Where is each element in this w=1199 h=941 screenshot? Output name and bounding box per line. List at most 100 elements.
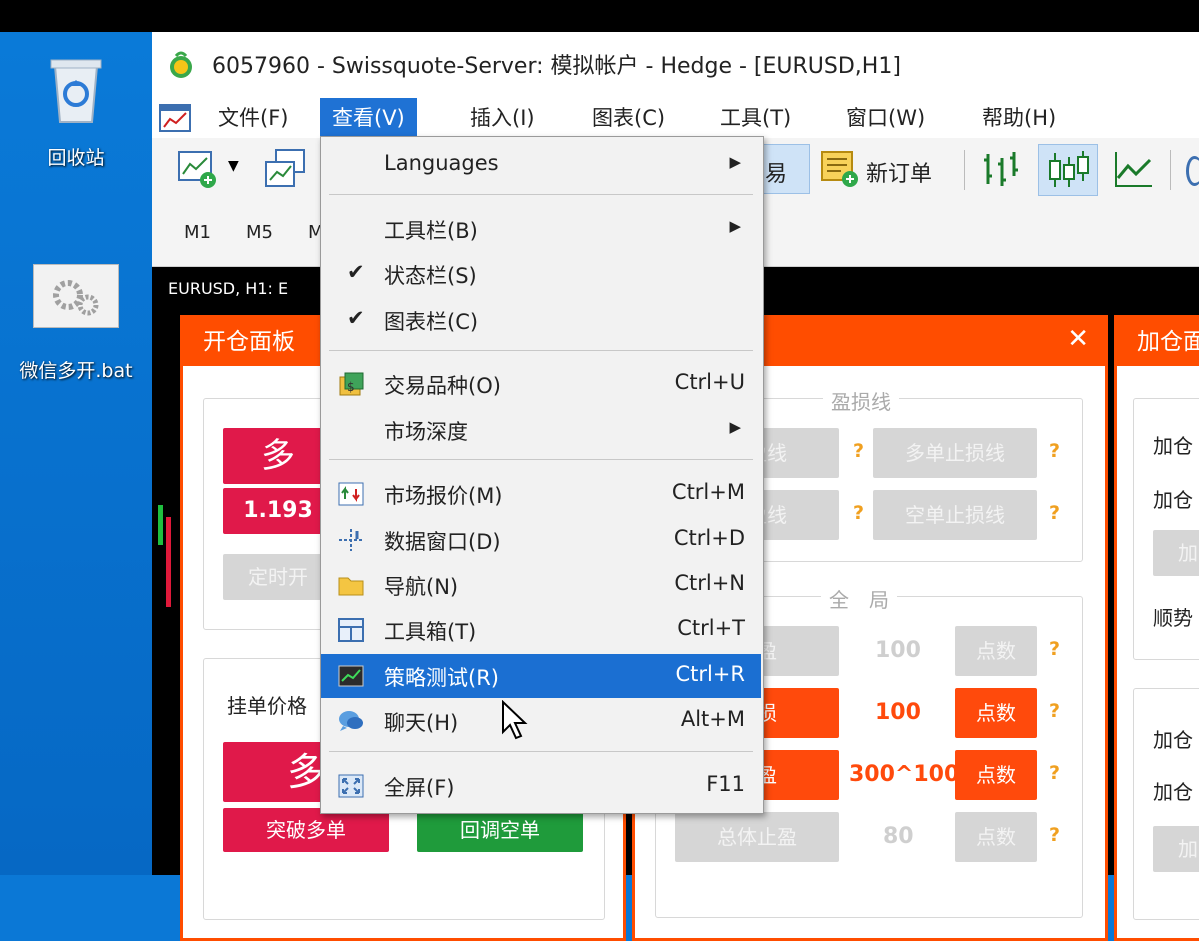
title-bar: 6057960 - Swissquote-Server: 模拟帐户 - Hedg…	[152, 32, 1199, 98]
trend-add-label: 顺势	[1153, 606, 1193, 630]
total-tp-button[interactable]: 总体止盈	[675, 812, 839, 862]
chat-icon	[339, 711, 363, 731]
menu-item-status-bar[interactable]: ✔ 状态栏(S)	[321, 252, 761, 296]
add-label: 加仓	[1153, 728, 1193, 752]
timeframe-m1[interactable]: M1	[184, 222, 211, 243]
timeframe-m5[interactable]: M5	[246, 222, 273, 243]
panel-title: 加仓面	[1117, 318, 1199, 366]
menu-item-navigator[interactable]: 导航(N) Ctrl+N	[321, 563, 761, 607]
breakout-buy-button[interactable]: 突破多单	[223, 808, 389, 852]
help-icon[interactable]: ?	[1049, 824, 1060, 846]
line-chart-icon[interactable]	[1110, 146, 1156, 192]
menu-item-full-screen[interactable]: 全屏(F) F11	[321, 764, 761, 808]
app-logo-icon	[170, 51, 192, 78]
buy-sl-line-button[interactable]: 多单止损线	[873, 428, 1037, 478]
menu-item-toolbox[interactable]: 工具箱(T) Ctrl+T	[321, 608, 761, 652]
menu-view[interactable]: 查看(V)	[320, 98, 417, 138]
menu-item-chat[interactable]: 聊天(H) Alt+M	[321, 699, 761, 743]
global-tp-value[interactable]: 100	[875, 638, 921, 663]
chart-window-icon[interactable]	[158, 103, 192, 133]
help-icon[interactable]: ?	[853, 440, 864, 462]
help-icon[interactable]: ?	[1049, 700, 1060, 722]
strategy-tester-icon	[338, 665, 364, 687]
window-title: 6057960 - Swissquote-Server: 模拟帐户 - Hedg…	[212, 54, 901, 79]
menu-separator	[329, 350, 753, 351]
menu-bar: 文件(F) 查看(V) 插入(I) 图表(C) 工具(T) 窗口(W) 帮助(H…	[152, 98, 1199, 138]
menu-charts[interactable]: 图表(C)	[580, 98, 677, 138]
new-order-button[interactable]: 新订单	[818, 148, 948, 190]
points-button[interactable]: 点数	[955, 812, 1037, 862]
points-button[interactable]: 点数	[955, 626, 1037, 676]
help-icon[interactable]: ?	[1049, 502, 1060, 524]
menu-separator	[329, 459, 753, 460]
chevron-down-icon[interactable]: ▼	[228, 158, 239, 174]
menu-window[interactable]: 窗口(W)	[834, 98, 937, 138]
help-icon[interactable]: ?	[1049, 440, 1060, 462]
timer-open-button[interactable]: 定时开	[223, 554, 333, 600]
help-icon[interactable]: ?	[1049, 638, 1060, 660]
section-title: 全 局	[821, 584, 897, 613]
global-sl-value[interactable]: 100	[875, 700, 921, 725]
toolbar-divider	[1170, 150, 1171, 190]
gear-file-icon	[33, 264, 119, 328]
submenu-arrow-icon: ▶	[729, 418, 741, 436]
desktop: 回收站 微信多开.bat	[0, 32, 152, 875]
help-icon[interactable]: ?	[853, 502, 864, 524]
section-title: 盈损线	[823, 386, 899, 415]
new-order-icon	[821, 151, 858, 187]
add-label: 加仓	[1153, 488, 1193, 512]
toolbar-divider	[964, 150, 965, 190]
menu-file[interactable]: 文件(F)	[206, 98, 300, 138]
checkmark-icon: ✔	[347, 260, 365, 284]
symbols-icon: $	[339, 372, 364, 396]
recycle-bin-icon	[50, 59, 102, 123]
menu-item-market-watch[interactable]: 市场报价(M) Ctrl+M	[321, 472, 761, 516]
menu-item-charts-bar[interactable]: ✔ 图表栏(C)	[321, 298, 761, 342]
desktop-icon-label: 回收站	[47, 147, 105, 169]
help-icon[interactable]: ?	[1049, 762, 1060, 784]
buy-button[interactable]: 多	[223, 428, 333, 484]
menu-item-market-depth[interactable]: 市场深度 ▶	[321, 408, 761, 452]
total-tp-value[interactable]: 80	[883, 824, 914, 849]
buy-price[interactable]: 1.193	[223, 488, 333, 534]
menu-item-data-window[interactable]: 数据窗口(D) Ctrl+D	[321, 518, 761, 562]
desktop-icon-recycle-bin[interactable]: 回收站	[6, 50, 146, 170]
folder-icon	[338, 577, 364, 596]
bar-chart-icon[interactable]	[978, 146, 1024, 192]
menu-item-strategy-tester[interactable]: 策略测试(R) Ctrl+R	[321, 654, 761, 698]
checkmark-icon: ✔	[347, 306, 365, 330]
desktop-icon-label: 微信多开.bat	[19, 360, 133, 382]
menu-tools[interactable]: 工具(T)	[708, 98, 803, 138]
chart-symbol-label: EURUSD, H1: E	[168, 279, 289, 298]
zoom-in-icon[interactable]	[1186, 156, 1199, 186]
toolbox-icon	[338, 618, 364, 642]
pullback-sell-button[interactable]: 回调空单	[417, 808, 583, 852]
menu-item-toolbars[interactable]: 工具栏(B) ▶	[321, 207, 761, 251]
points-button[interactable]: 点数	[955, 750, 1037, 800]
data-window-icon	[339, 529, 363, 551]
new-chart-icon[interactable]	[176, 146, 218, 192]
profiles-icon[interactable]	[262, 146, 308, 192]
candle	[158, 505, 163, 545]
trailing-tp-value[interactable]: 300^100	[849, 762, 959, 787]
sell-sl-line-button[interactable]: 空单止损线	[873, 490, 1037, 540]
pending-price-label: 挂单价格	[227, 694, 307, 718]
add-button[interactable]: 加	[1153, 530, 1199, 576]
view-menu-dropdown: Languages ▶ 工具栏(B) ▶ ✔ 状态栏(S) ✔ 图表栏(C) $…	[320, 136, 764, 814]
add-label: 加仓	[1153, 434, 1193, 458]
candlestick-button[interactable]	[1038, 144, 1098, 196]
candlestick-icon	[1049, 151, 1089, 187]
menu-separator	[329, 194, 753, 195]
svg-text:$: $	[347, 380, 355, 394]
menu-help[interactable]: 帮助(H)	[970, 98, 1068, 138]
candle	[166, 517, 171, 607]
menu-item-languages[interactable]: Languages ▶	[321, 143, 761, 187]
menu-insert[interactable]: 插入(I)	[458, 98, 547, 138]
desktop-icon-bat-file[interactable]: 微信多开.bat	[6, 264, 146, 383]
full-screen-icon	[338, 774, 364, 798]
points-button[interactable]: 点数	[955, 688, 1037, 738]
add-button[interactable]: 加	[1153, 826, 1199, 872]
screen-top-bar	[0, 0, 1199, 32]
close-icon[interactable]: ✕	[1067, 324, 1089, 354]
menu-item-symbols[interactable]: $ 交易品种(O) Ctrl+U	[321, 362, 761, 406]
